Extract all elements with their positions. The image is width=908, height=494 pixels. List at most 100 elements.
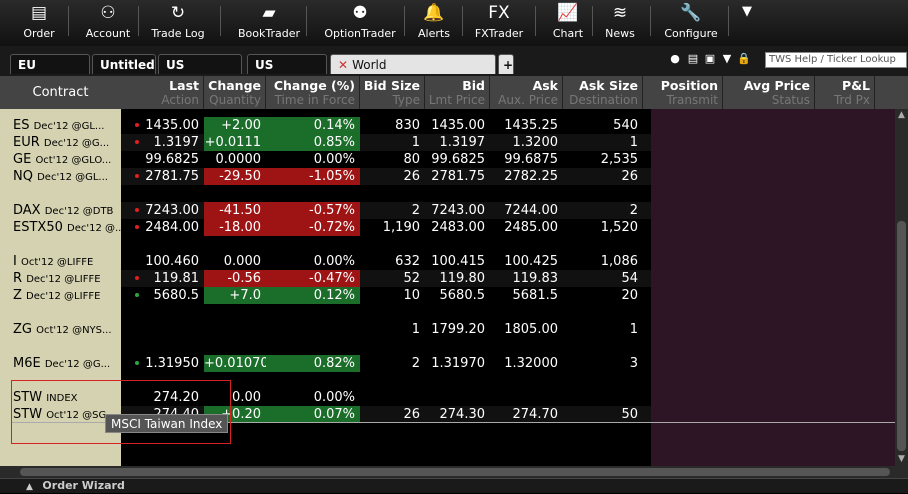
- header-bid-size[interactable]: Bid Size Type: [360, 76, 425, 109]
- change-cell[interactable]: +2.00: [204, 117, 266, 134]
- ask-cell[interactable]: 119.83: [490, 270, 563, 287]
- change-cell[interactable]: +0.0111: [204, 134, 266, 151]
- bid-cell[interactable]: 2483.00: [425, 219, 490, 236]
- bid-cell[interactable]: 274.30: [425, 406, 490, 423]
- table-row[interactable]: ES Dec'12 @GL... 1435.00 +2.00 0.14% 830 1435…: [0, 117, 895, 134]
- bid-cell[interactable]: 119.80: [425, 270, 490, 287]
- ask-cell[interactable]: 5681.5: [490, 287, 563, 304]
- contract-cell[interactable]: DAX Dec'12 @DTB: [13, 202, 113, 219]
- toolbar-optiontrader[interactable]: ⚉ OptionTrader: [322, 0, 398, 46]
- change-pct-cell[interactable]: -1.05%: [266, 168, 360, 185]
- tab-us-stocks[interactable]: US Stocks: [247, 54, 327, 92]
- last-cell[interactable]: 7243.00: [121, 202, 204, 219]
- bid-size-cell[interactable]: 2: [360, 355, 425, 372]
- ask-size-cell[interactable]: 2: [563, 202, 643, 219]
- change-cell[interactable]: -41.50: [204, 202, 266, 219]
- header-ask-size[interactable]: Ask Size Destination: [563, 76, 643, 109]
- toolbar-news[interactable]: ≋ News: [600, 0, 640, 46]
- horizontal-scrollbar[interactable]: [0, 466, 908, 478]
- toolbar-dropdown[interactable]: ▼: [738, 4, 756, 50]
- bid-size-cell[interactable]: 26: [360, 168, 425, 185]
- toolbar-chart[interactable]: 📈 Chart: [545, 0, 591, 46]
- change-cell[interactable]: 0.000: [204, 253, 266, 270]
- bid-cell[interactable]: 2781.75: [425, 168, 490, 185]
- ask-size-cell[interactable]: 1,520: [563, 219, 643, 236]
- bid-size-cell[interactable]: 2: [360, 202, 425, 219]
- change-pct-cell[interactable]: 0.00%: [266, 253, 360, 270]
- change-cell[interactable]: +7.0: [204, 287, 266, 304]
- vertical-scrollbar[interactable]: ▲ ▼: [895, 109, 908, 466]
- circle-icon[interactable]: ●: [668, 52, 682, 66]
- contract-cell[interactable]: ZG Oct'12 @NYS...: [13, 321, 112, 338]
- bid-size-cell[interactable]: 10: [360, 287, 425, 304]
- lock-icon[interactable]: 🔒: [737, 52, 751, 66]
- ask-size-cell[interactable]: 1,086: [563, 253, 643, 270]
- toolbar-trade-log[interactable]: ↻ Trade Log: [146, 0, 210, 46]
- change-pct-cell[interactable]: -0.57%: [266, 202, 360, 219]
- last-cell[interactable]: 100.460: [121, 253, 204, 270]
- table-row[interactable]: M6E Dec'12 @G... 1.31950 +0.01070 0.82% 2 1.3…: [0, 355, 895, 372]
- last-cell[interactable]: 5680.5: [121, 287, 204, 304]
- ask-cell[interactable]: 7244.00: [490, 202, 563, 219]
- change-pct-cell[interactable]: 0.00%: [266, 389, 360, 406]
- table-row[interactable]: NQ Dec'12 @GL... 2781.75 -29.50 -1.05% 26 278…: [0, 168, 895, 185]
- header-avg-price[interactable]: Avg Price Status: [723, 76, 815, 109]
- layout-icon[interactable]: ▤: [686, 52, 700, 66]
- bid-cell[interactable]: 1.3197: [425, 134, 490, 151]
- ask-size-cell[interactable]: 1: [563, 134, 643, 151]
- last-cell[interactable]: 1.3197: [121, 134, 204, 151]
- ask-size-cell[interactable]: 1: [563, 321, 643, 338]
- header-pnl[interactable]: P&L Trd Px: [815, 76, 875, 109]
- contract-cell[interactable]: I Oct'12 @LIFFE: [13, 253, 93, 270]
- contract-cell[interactable]: Z Dec'12 @LIFFE: [13, 287, 100, 304]
- change-pct-cell[interactable]: 0.85%: [266, 134, 360, 151]
- bid-size-cell[interactable]: [360, 389, 425, 406]
- tab-world-futures[interactable]: ✕World Futures/Currencies: [330, 54, 496, 92]
- ask-size-cell[interactable]: 3: [563, 355, 643, 372]
- header-contract[interactable]: Contract: [0, 76, 121, 109]
- toolbar-fxtrader[interactable]: FX FXTrader: [470, 0, 528, 46]
- header-position[interactable]: Position Transmit: [651, 76, 723, 109]
- bid-cell[interactable]: 100.415: [425, 253, 490, 270]
- tab-us-options[interactable]: US Options: [158, 54, 242, 92]
- ask-size-cell[interactable]: [563, 389, 643, 406]
- contract-cell[interactable]: NQ Dec'12 @GL...: [13, 168, 108, 185]
- contract-cell[interactable]: EUR Dec'12 @G...: [13, 134, 109, 151]
- contract-cell[interactable]: R Dec'12 @LIFFE: [13, 270, 101, 287]
- ask-cell[interactable]: [490, 389, 563, 406]
- collapse-arrow-icon[interactable]: ▲: [26, 482, 33, 492]
- ask-cell[interactable]: 99.6875: [490, 151, 563, 168]
- ticker-lookup-input[interactable]: TWS Help / Ticker Lookup: [765, 52, 907, 68]
- ask-size-cell[interactable]: 26: [563, 168, 643, 185]
- change-pct-cell[interactable]: -0.47%: [266, 270, 360, 287]
- last-cell[interactable]: 119.81: [121, 270, 204, 287]
- header-last[interactable]: Last Action: [121, 76, 204, 109]
- table-row[interactable]: GE Oct'12 @GLO... 99.6825 0.0000 0.00% 80 99.…: [0, 151, 895, 168]
- hscroll-thumb[interactable]: [20, 468, 890, 476]
- tab-eu-stocks[interactable]: EU Stocks: [10, 54, 90, 92]
- toolbar-alerts[interactable]: 🔔 Alerts: [414, 0, 454, 46]
- bid-cell[interactable]: 5680.5: [425, 287, 490, 304]
- bid-cell[interactable]: [425, 389, 490, 406]
- bid-size-cell[interactable]: 830: [360, 117, 425, 134]
- order-wizard-bar[interactable]: ▲ Order Wizard: [0, 478, 908, 493]
- header-change-pct[interactable]: Change (%) Time in Force: [266, 76, 360, 109]
- add-tab-button[interactable]: +: [498, 54, 514, 74]
- table-row[interactable]: DAX Dec'12 @DTB 7243.00 -41.50 -0.57% 2 7243.…: [0, 202, 895, 219]
- change-cell[interactable]: -29.50: [204, 168, 266, 185]
- ask-cell[interactable]: 2485.00: [490, 219, 563, 236]
- last-cell[interactable]: 2484.00: [121, 219, 204, 236]
- contract-cell[interactable]: ES Dec'12 @GL...: [13, 117, 104, 134]
- last-cell[interactable]: 1435.00: [121, 117, 204, 134]
- bid-cell[interactable]: 1435.00: [425, 117, 490, 134]
- ask-cell[interactable]: 1805.00: [490, 321, 563, 338]
- bid-size-cell[interactable]: 632: [360, 253, 425, 270]
- scroll-down-icon[interactable]: ▼: [895, 453, 908, 466]
- bid-cell[interactable]: 99.6825: [425, 151, 490, 168]
- change-pct-cell[interactable]: 0.12%: [266, 287, 360, 304]
- ask-size-cell[interactable]: 540: [563, 117, 643, 134]
- ask-cell[interactable]: 2782.25: [490, 168, 563, 185]
- bid-size-cell[interactable]: 52: [360, 270, 425, 287]
- ask-cell[interactable]: 1.3200: [490, 134, 563, 151]
- change-pct-cell[interactable]: 0.82%: [266, 355, 360, 372]
